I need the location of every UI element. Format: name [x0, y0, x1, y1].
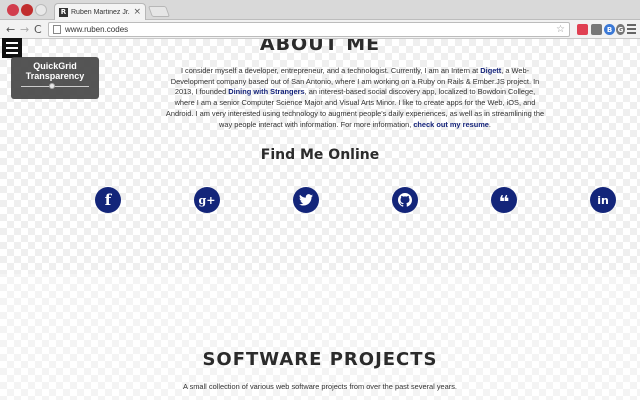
address-url: www.ruben.codes	[65, 25, 129, 34]
google-plus-icon[interactable]: g+	[194, 187, 220, 213]
bio-text: .	[488, 119, 491, 129]
pinned-tab-gmail-icon[interactable]	[35, 4, 47, 16]
browser-tab-active[interactable]: R Ruben Martinez Jr. ×	[54, 3, 146, 20]
bio-text: I consider myself a developer, entrepren…	[180, 66, 481, 75]
about-me-heading: ABOUT ME	[259, 39, 381, 55]
github-octocat-icon	[398, 193, 412, 207]
dining-with-strangers-link[interactable]: Dining with Strangers	[228, 87, 304, 96]
find-me-online-heading: Find Me Online	[260, 147, 380, 163]
mail-extension-icon[interactable]	[591, 24, 602, 35]
google-plus-glyph: g+	[198, 193, 216, 207]
software-projects-heading: SOFTWARE PROJECTS	[202, 349, 438, 370]
facebook-icon[interactable]: f	[95, 187, 121, 213]
quote-icon[interactable]: ❝	[491, 187, 517, 213]
reload-icon[interactable]: C	[34, 23, 42, 36]
twitter-bird-icon	[299, 194, 313, 206]
linkedin-icon[interactable]: in	[590, 187, 616, 213]
quickgrid-label: QuickGrid Transparency	[25, 61, 85, 82]
github-icon[interactable]	[392, 187, 418, 213]
about-me-bio: I consider myself a developer, entrepren…	[165, 66, 545, 130]
address-bar[interactable]: www.ruben.codes ☆	[48, 22, 570, 37]
transparency-slider-handle[interactable]	[48, 83, 55, 89]
back-arrow-icon[interactable]: ←	[6, 23, 15, 36]
pocket-extension-icon[interactable]	[577, 24, 588, 35]
facebook-glyph: f	[104, 190, 112, 209]
transparency-slider-track[interactable]	[21, 86, 89, 87]
b-extension-icon[interactable]: B	[604, 24, 615, 35]
hamburger-menu-icon[interactable]	[627, 24, 636, 34]
g-extension-icon[interactable]: G	[616, 24, 625, 35]
pinned-tab-record-icon[interactable]	[21, 4, 33, 16]
twitter-icon[interactable]	[293, 187, 319, 213]
page-icon	[53, 25, 61, 34]
new-tab-button[interactable]	[147, 6, 171, 17]
pinned-tab-pocket-icon[interactable]	[7, 4, 19, 16]
linkedin-glyph: in	[597, 193, 609, 207]
bookmark-star-icon[interactable]: ☆	[556, 24, 565, 35]
digett-link[interactable]: Digett	[480, 66, 501, 75]
quote-glyph: ❝	[498, 192, 510, 213]
tab-close-icon[interactable]: ×	[133, 7, 141, 17]
software-projects-subtitle: A small collection of various web softwa…	[183, 382, 457, 391]
quickgrid-panel: QuickGrid Transparency	[11, 57, 99, 99]
browser-tab-bar: R Ruben Martinez Jr. ×	[0, 0, 640, 20]
ruben-favicon-icon: R	[59, 7, 68, 17]
resume-link[interactable]: check out my resume	[413, 120, 489, 129]
forward-arrow-icon[interactable]: →	[20, 23, 29, 36]
tab-title: Ruben Martinez Jr.	[71, 8, 130, 16]
quickgrid-toggle-menu-icon[interactable]	[2, 38, 22, 58]
browser-toolbar: ← → C www.ruben.codes ☆ B G	[0, 20, 640, 39]
